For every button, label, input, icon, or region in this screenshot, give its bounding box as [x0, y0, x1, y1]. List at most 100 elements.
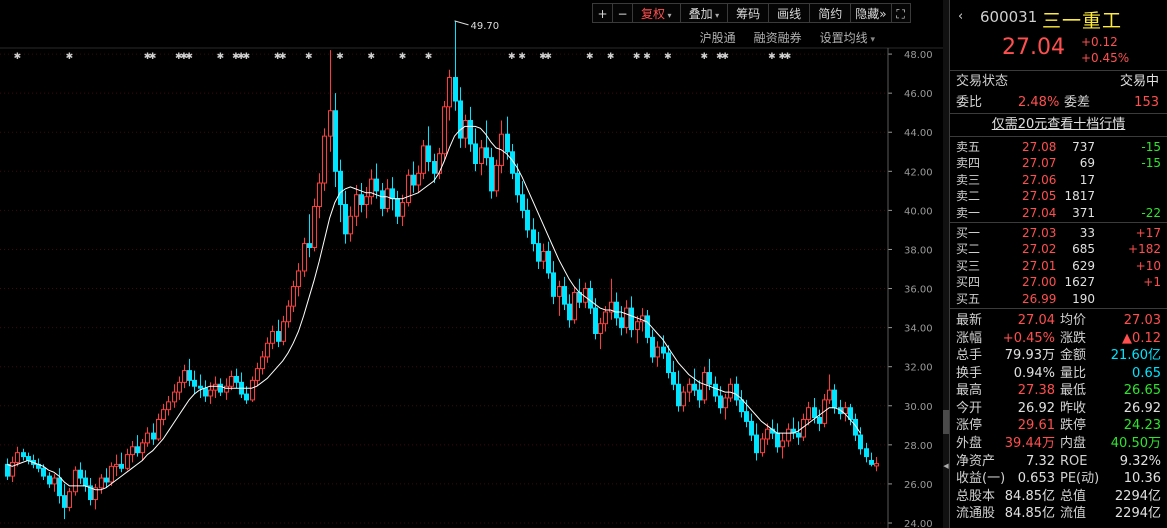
stat-value: 39.44万 — [1004, 436, 1055, 452]
ask-level-row[interactable]: 卖三 27.06 17 — [950, 172, 1167, 188]
candle-body — [119, 463, 124, 469]
candle-body — [5, 463, 10, 477]
candle-body — [827, 389, 832, 401]
bid-level-row[interactable]: 买二 27.02 685 +182 — [950, 241, 1167, 257]
candle-body — [655, 346, 660, 358]
stats-row: 流通股 84.85亿 流值 2294亿 — [950, 505, 1167, 523]
candlestick-chart[interactable]: 48.00 46.00 44.00 42.00 40.00 38.00 36.00 34.00… — [0, 0, 943, 528]
hide-button[interactable]: 隐藏» — [850, 3, 891, 23]
candle-body — [255, 368, 260, 381]
candle-body — [302, 243, 307, 272]
candle-body — [551, 272, 556, 297]
event-marker-icon: ✱ — [701, 52, 709, 62]
candle-body — [385, 188, 390, 209]
bid-level-row[interactable]: 买四 27.00 1627 +1 — [950, 274, 1167, 290]
stat-label: 均价 — [1060, 312, 1087, 328]
level-change: -15 — [1141, 156, 1161, 171]
hsgt-link[interactable]: 沪股通 — [700, 29, 736, 46]
chips-button[interactable]: 筹码 — [727, 3, 769, 23]
candle-body — [312, 205, 317, 249]
candle-body — [744, 411, 749, 422]
candle-body — [541, 250, 546, 262]
stat-label: 量比 — [1060, 365, 1087, 381]
candle-body — [411, 174, 416, 186]
candle-body — [161, 409, 166, 420]
level-volume: 371 — [1072, 205, 1095, 220]
stats-row: 换手 0.94% 量比 0.65 — [950, 365, 1167, 383]
simple-mode-button[interactable]: 简约 — [809, 3, 851, 23]
stat-value: 7.32 — [1026, 453, 1055, 469]
candle-body — [343, 204, 348, 235]
y-tick-label: 38.00 — [904, 245, 933, 256]
candle-body — [681, 391, 686, 407]
candle-body — [447, 77, 452, 108]
candle-body — [406, 174, 411, 204]
candle-body — [817, 416, 822, 424]
fullscreen-button[interactable]: ⛶ — [890, 3, 911, 23]
stat-label: 今开 — [956, 400, 983, 416]
stat-label: 总股本 — [956, 488, 996, 504]
event-marker-icon: ✱ — [768, 52, 776, 62]
price-change: +0.12 — [1081, 35, 1118, 49]
kline-chart-area[interactable]: 48.00 46.00 44.00 42.00 40.00 38.00 36.00 34.00… — [0, 0, 943, 528]
event-marker-icon: ✱ — [607, 52, 615, 62]
candle-body — [536, 243, 541, 262]
candle-body — [437, 153, 442, 174]
margin-link[interactable]: 融资融券 — [754, 29, 802, 46]
candle-body — [723, 397, 728, 409]
event-marker-icon: ✱ — [243, 52, 251, 62]
stats-row: 总股本 84.85亿 总值 2294亿 — [950, 488, 1167, 506]
event-marker-icon: ✱ — [508, 52, 516, 62]
stat-label: 总手 — [956, 348, 983, 364]
candle-body — [104, 477, 109, 483]
level-label: 买二 — [956, 242, 981, 257]
back-chevron-icon[interactable]: ‹ — [958, 9, 963, 24]
ask-level-row[interactable]: 卖五 27.08 737 -15 — [950, 139, 1167, 155]
candle-body — [244, 393, 249, 401]
event-marker-icon: ✱ — [14, 52, 22, 62]
y-tick-label: 46.00 — [904, 89, 933, 100]
y-tick-label: 34.00 — [904, 324, 933, 335]
ask-level-row[interactable]: 卖四 27.07 69 -15 — [950, 155, 1167, 171]
candle-body — [198, 385, 203, 389]
stat-value: 2294亿 — [1114, 488, 1161, 504]
ask-level-row[interactable]: 卖二 27.05 1817 — [950, 188, 1167, 204]
y-tick-label: 40.00 — [904, 206, 933, 217]
overlay-dropdown[interactable]: 叠加 ▾ — [679, 3, 728, 23]
candle-body — [15, 452, 20, 463]
level-change: -22 — [1141, 205, 1161, 220]
fuquan-dropdown[interactable]: 复权 ▾ — [632, 3, 680, 23]
candle-body — [520, 194, 525, 211]
ask-level-row[interactable]: 卖一 27.04 371 -22 — [950, 205, 1167, 221]
stock-name: 三一重工 — [1042, 10, 1123, 32]
level-change: -15 — [1141, 140, 1161, 154]
candle-body — [635, 321, 640, 331]
candle-body — [780, 440, 785, 448]
event-marker-icon: ✱ — [664, 52, 672, 62]
draw-line-button[interactable]: 画线 — [768, 3, 810, 23]
stat-value: +0.45% — [1002, 330, 1055, 346]
candle-body — [749, 420, 754, 436]
event-marker-icon: ✱ — [643, 52, 651, 62]
stat-value: 26.65 — [1123, 383, 1161, 399]
y-tick-label: 48.00 — [904, 50, 933, 61]
zoom-out-button[interactable]: − — [612, 3, 632, 23]
ma-settings-dropdown[interactable]: 设置均线 — [820, 29, 875, 46]
bid-level-row[interactable]: 买五 26.99 190 — [950, 291, 1167, 307]
bid-level-row[interactable]: 买三 27.01 629 +10 — [950, 258, 1167, 274]
level2-upsell-link[interactable]: 仅需20元查看十档行情 — [950, 114, 1167, 137]
stat-value: 27.03 — [1123, 312, 1161, 328]
candle-body — [432, 161, 437, 174]
event-marker-icon: ✱ — [425, 52, 433, 62]
y-tick-label: 30.00 — [904, 402, 933, 413]
bid-level-row[interactable]: 买一 27.03 33 +17 — [950, 225, 1167, 241]
candle-body — [260, 356, 265, 370]
candle-body — [614, 301, 619, 319]
stat-value: 84.85亿 — [1004, 488, 1055, 504]
candle-body — [567, 303, 572, 321]
candle-body — [333, 110, 338, 172]
level-volume: 1817 — [1064, 189, 1095, 204]
ma-line — [6, 125, 861, 491]
zoom-in-button[interactable]: + — [592, 3, 612, 23]
stats-row: 最高 27.38 最低 26.65 — [950, 382, 1167, 400]
